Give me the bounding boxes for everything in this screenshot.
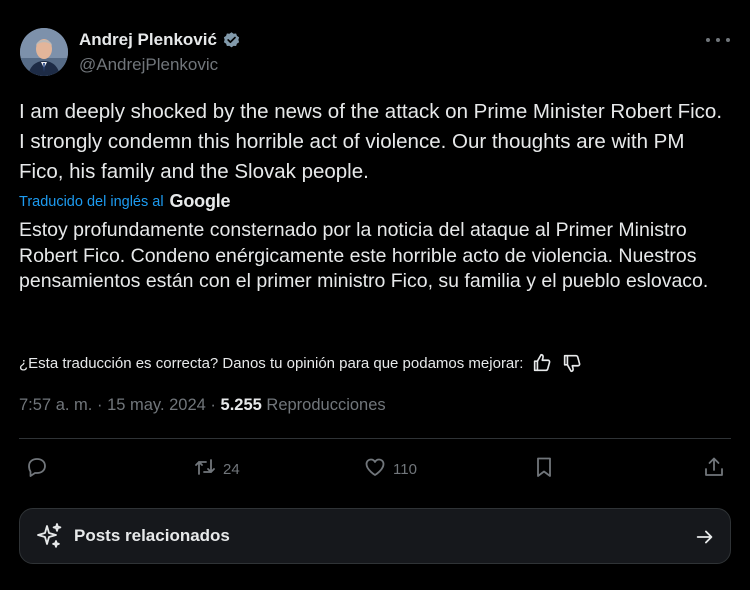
verified-badge-icon[interactable] (222, 31, 241, 50)
reply-button[interactable] (25, 453, 49, 485)
sparkle-icon (34, 521, 64, 551)
thumbs-down-icon[interactable] (561, 352, 583, 374)
repost-button[interactable]: 24 (193, 453, 240, 485)
translated-text: Estoy profundamente consternado por la n… (19, 219, 709, 292)
author-name-row[interactable]: Andrej Plenković (79, 30, 241, 50)
views-count: 5.255 (220, 396, 262, 414)
translation-feedback: ¿Esta traducción es correcta? Danos tu o… (19, 352, 583, 374)
related-posts-label: Posts relacionados (74, 526, 230, 545)
feedback-prompt: ¿Esta traducción es correcta? Danos tu o… (19, 354, 524, 372)
tweet-date[interactable]: 15 may. 2024 (107, 396, 206, 414)
tweet-time[interactable]: 7:57 a. m. (19, 396, 92, 414)
repost-icon (193, 455, 217, 483)
divider (19, 438, 731, 439)
meta-separator: · (96, 396, 103, 414)
author-name[interactable]: Andrej Plenković (79, 30, 217, 50)
arrow-right-icon (694, 526, 716, 548)
tweet-text: I am deeply shocked by the news of the a… (19, 100, 723, 183)
reply-icon (25, 455, 49, 483)
bookmark-button[interactable] (532, 453, 556, 485)
related-posts-button[interactable]: Posts relacionados (19, 508, 731, 564)
avatar[interactable] (20, 28, 68, 76)
bookmark-icon (532, 455, 556, 483)
action-bar: 24 110 (0, 453, 750, 485)
share-icon (702, 455, 726, 483)
tweet-meta: 7:57 a. m. · 15 may. 2024 · 5.255 Reprod… (19, 396, 386, 415)
heart-icon (363, 455, 387, 483)
google-logo: Google (169, 191, 231, 211)
like-button[interactable]: 110 (363, 453, 417, 485)
more-icon[interactable] (706, 30, 730, 50)
translation-label[interactable]: Traducido del inglés al (19, 194, 164, 210)
like-count: 110 (393, 460, 417, 478)
views-label: Reproducciones (266, 396, 386, 414)
share-button[interactable] (702, 453, 726, 485)
meta-separator: · (210, 396, 216, 414)
translation-attribution[interactable]: Traducido del inglés al Google (19, 191, 231, 212)
author-handle[interactable]: @AndrejPlenkovic (79, 55, 218, 75)
repost-count: 24 (223, 460, 240, 478)
thumbs-up-icon[interactable] (531, 352, 553, 374)
